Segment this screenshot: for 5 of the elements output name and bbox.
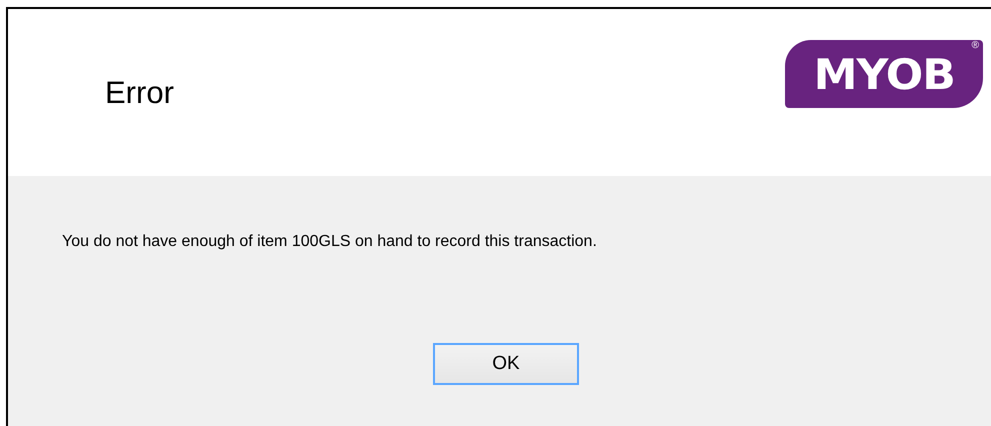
dialog-title: Error (105, 75, 174, 111)
ok-button[interactable]: OK (433, 343, 579, 385)
error-message: You do not have enough of item 100GLS on hand to record this transaction. (62, 233, 598, 251)
registered-mark: ® (972, 40, 979, 51)
logo-text: MYOB (813, 50, 955, 98)
